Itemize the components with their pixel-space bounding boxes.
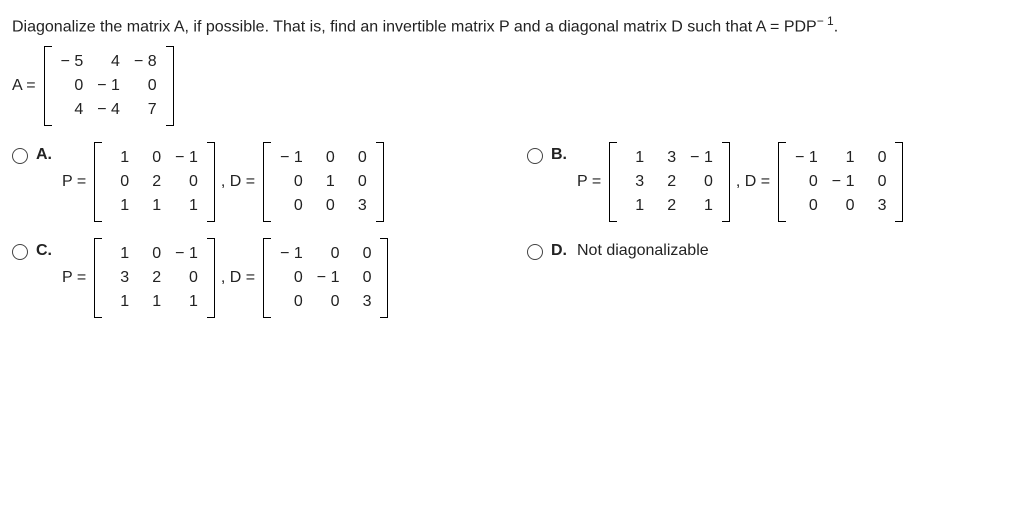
d-label-c: , D = xyxy=(221,269,255,287)
matrix-a: − 54− 8 0− 10 4− 47 xyxy=(44,46,174,126)
matrix-d-c: − 100 0− 10 003 xyxy=(263,238,388,318)
choice-a-letter: A. xyxy=(36,146,54,164)
radio-a[interactable] xyxy=(12,148,28,164)
question-suffix: . xyxy=(834,18,838,35)
question-prefix: Diagonalize the matrix A, if possible. T… xyxy=(12,18,756,35)
choice-c[interactable]: C. P = 10− 1 320 111 , D = − 100 0− 10 0… xyxy=(12,240,497,318)
radio-d[interactable] xyxy=(527,244,543,260)
choice-d-text: Not diagonalizable xyxy=(577,242,709,260)
d-label-b: , D = xyxy=(736,173,770,191)
p-label-c: P = xyxy=(62,269,86,287)
matrix-a-equation: A = − 54− 8 0− 10 4− 47 xyxy=(12,46,176,126)
p-label-b: P = xyxy=(577,173,601,191)
choice-d[interactable]: D. Not diagonalizable xyxy=(527,240,1012,318)
choice-b-letter: B. xyxy=(551,146,569,164)
d-label-a: , D = xyxy=(221,173,255,191)
answer-choices: A. P = 10− 1 020 111 , D = − 100 010 003 xyxy=(12,144,1012,318)
choice-c-letter: C. xyxy=(36,242,54,260)
choice-b[interactable]: B. P = 13− 1 320 121 , D = − 110 0− 10 0… xyxy=(527,144,1012,222)
matrix-p-b: 13− 1 320 121 xyxy=(609,142,730,222)
radio-b[interactable] xyxy=(527,148,543,164)
matrix-p-a: 10− 1 020 111 xyxy=(94,142,215,222)
question-formula-lhs: A = PDP xyxy=(756,18,817,35)
radio-c[interactable] xyxy=(12,244,28,260)
p-label-a: P = xyxy=(62,173,86,191)
matrix-d-a: − 100 010 003 xyxy=(263,142,384,222)
matrix-p-c: 10− 1 320 111 xyxy=(94,238,215,318)
choice-d-letter: D. xyxy=(551,242,569,260)
matrix-d-b: − 110 0− 10 003 xyxy=(778,142,903,222)
question-formula-exp: − 1 xyxy=(817,14,834,28)
choice-a[interactable]: A. P = 10− 1 020 111 , D = − 100 010 003 xyxy=(12,144,497,222)
a-label: A = xyxy=(12,77,36,95)
question-text: Diagonalize the matrix A, if possible. T… xyxy=(12,14,1012,36)
